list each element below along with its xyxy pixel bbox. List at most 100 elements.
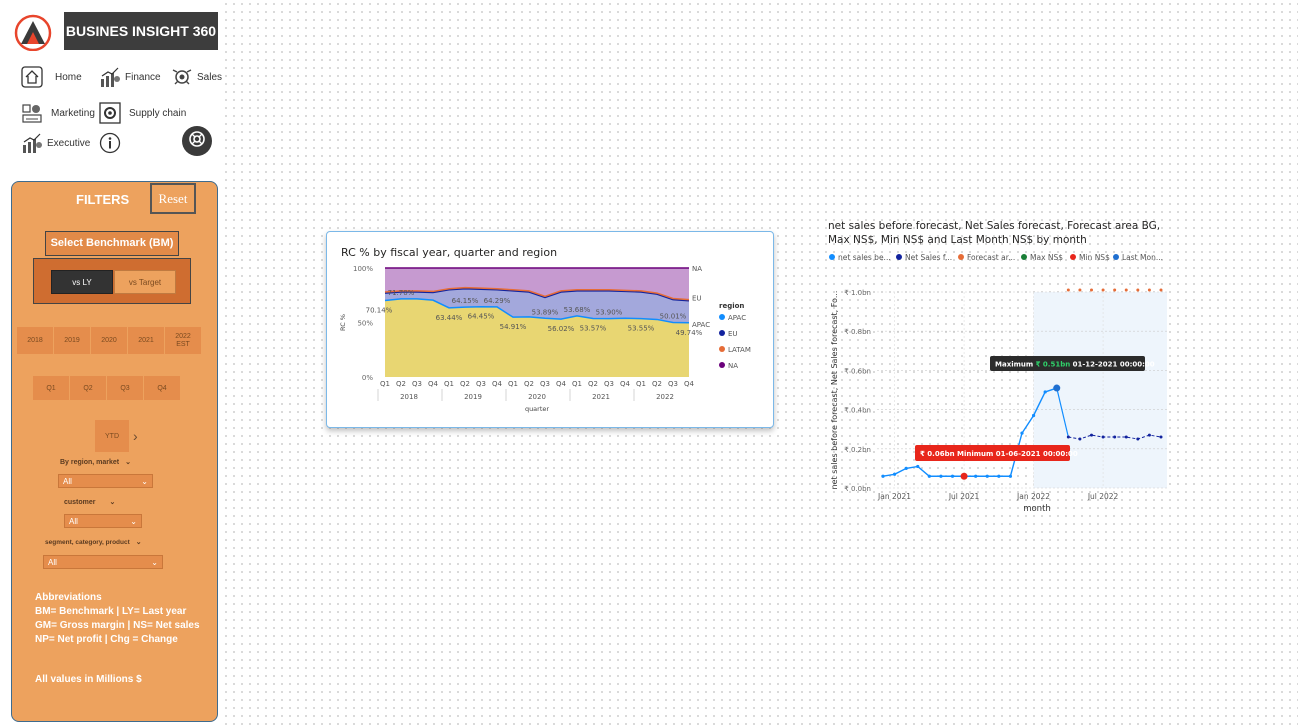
quarter-q2-button[interactable]: Q2 (70, 376, 106, 400)
x-tick-label: Q1 (572, 380, 582, 388)
forecast-point (1147, 433, 1151, 437)
year-label: 2022 (656, 393, 674, 401)
region-dropdown[interactable]: All ⌄ (58, 474, 153, 488)
nav-home[interactable]: Home (21, 66, 82, 88)
data-label: 63.44% (436, 314, 463, 322)
forecast-point (1090, 433, 1093, 437)
executive-chart-icon (21, 132, 43, 154)
chevron-right-icon[interactable]: › (133, 428, 138, 444)
data-label: 53.90% (596, 309, 623, 317)
net-sales-point (939, 474, 943, 478)
net-sales-point (916, 464, 920, 469)
forecast-area-point (1090, 288, 1093, 292)
region-slicer-header[interactable]: By region, market ⌄ (60, 458, 131, 467)
forecast-point (1159, 435, 1163, 439)
forecast-area-point (1066, 288, 1070, 292)
nav-supply-chain[interactable]: Supply chain (99, 102, 186, 124)
legend-marker (1070, 254, 1076, 260)
legend-marker (829, 254, 835, 260)
net-sales-point (892, 472, 897, 476)
legend-label: Last Mon... (1122, 253, 1163, 262)
data-label: 70.14% (366, 307, 393, 315)
rc-chart-svg: 0% 50% 100% RC % 70.14% 71.70% 63.44% 64.15% 64.… (339, 265, 751, 413)
year-2018-button[interactable]: 2018 (17, 327, 53, 354)
supply-chain-icon (99, 102, 121, 124)
x-tick-label: Q1 (380, 380, 390, 388)
segment-slicer-label: segment, category, product (45, 538, 130, 546)
quarter-q3-button[interactable]: Q3 (107, 376, 143, 400)
benchmark-vs-target-button[interactable]: vs Target (114, 270, 176, 294)
net-sales-point (904, 466, 908, 470)
segment-slicer-header[interactable]: segment, category, product ⌄ (45, 538, 142, 547)
forecast-point (1078, 437, 1082, 441)
forecast-area-point (1101, 288, 1105, 292)
customer-dropdown-value: All (69, 516, 78, 526)
nav-executive[interactable]: Executive (21, 132, 90, 154)
info-button[interactable] (99, 132, 121, 154)
nav-finance[interactable]: Finance (99, 66, 161, 88)
year-label: 2021 (592, 393, 610, 401)
chevron-down-icon: ⌄ (151, 557, 158, 567)
nav-sales[interactable]: Sales (171, 66, 222, 88)
year-2021-button[interactable]: 2021 (128, 327, 164, 354)
year-2020-button[interactable]: 2020 (91, 327, 127, 354)
forecast-area-point (1078, 288, 1082, 292)
legend-label: NA (728, 362, 738, 370)
data-label: 71.70% (388, 289, 415, 297)
data-label: 53.57% (580, 324, 607, 332)
chevron-down-icon: ⌄ (135, 539, 142, 546)
filters-panel: FILTERS Reset Select Benchmark (BM) vs L… (11, 181, 218, 722)
chevron-down-icon: ⌄ (141, 476, 148, 486)
legend-label: net sales be... (838, 253, 891, 262)
reset-button[interactable]: Reset (150, 183, 196, 214)
x-tick-label: Q4 (684, 380, 695, 388)
nav-finance-label: Finance (125, 71, 161, 83)
forecast-chart-visual[interactable]: net sales before forecast, Net Sales for… (822, 214, 1182, 516)
quarter-q1-button[interactable]: Q1 (33, 376, 69, 400)
filters-title: FILTERS (76, 192, 130, 207)
nav-sales-label: Sales (197, 71, 223, 83)
x-tick-label: Q4 (492, 380, 503, 388)
legend-label: LATAM (728, 346, 751, 354)
x-tick-label: Q2 (588, 380, 598, 388)
y-tick-label: ₹ 0.8bn (844, 328, 871, 336)
max-label-value: ₹ 0.51bn (1036, 361, 1073, 369)
year-label: 2020 (528, 393, 546, 401)
abbreviation-line: NP= Net profit | Chg = Change (35, 634, 178, 645)
legend-marker (719, 330, 725, 336)
legend-label: APAC (728, 314, 746, 322)
forecast-point (1124, 435, 1128, 439)
region-dropdown-value: All (63, 476, 72, 486)
customer-dropdown[interactable]: All ⌄ (64, 514, 142, 528)
data-label: 56.02% (548, 325, 575, 333)
rc-percent-chart-card[interactable]: RC % by fiscal year, quarter and region … (326, 231, 774, 428)
forecast-point (1066, 435, 1070, 439)
y-tick-label: 50% (357, 320, 373, 328)
units-note: All values in Millions $ (35, 674, 142, 685)
data-label: 49.74% (676, 329, 703, 337)
customer-slicer-header[interactable]: customer ⌄ (64, 498, 116, 507)
max-label-prefix: Maximum (995, 361, 1036, 369)
nav-marketing[interactable]: Marketing (21, 102, 95, 124)
net-sales-point (927, 474, 931, 478)
chevron-down-icon: ⌄ (109, 499, 116, 506)
x-tick-label: Q2 (396, 380, 406, 388)
segment-dropdown[interactable]: All ⌄ (43, 555, 163, 569)
benchmark-vs-ly-button[interactable]: vs LY (51, 270, 113, 294)
y-tick-label: ₹ 0.4bn (844, 407, 871, 415)
chevron-down-icon: ⌄ (130, 516, 137, 526)
quarter-q4-button[interactable]: Q4 (144, 376, 180, 400)
year-2019-button[interactable]: 2019 (54, 327, 90, 354)
year-label: 2019 (464, 393, 482, 401)
y-tick-label: ₹ 1.0bn (844, 289, 871, 297)
x-axis-label: month (1023, 504, 1051, 514)
net-sales-point (1031, 413, 1036, 418)
help-button[interactable] (182, 126, 212, 156)
ytd-button[interactable]: YTD (95, 420, 129, 452)
year-2022-est-button[interactable]: 2022 EST (165, 327, 201, 354)
nav-supply-chain-label: Supply chain (129, 107, 187, 119)
legend-marker (1113, 254, 1119, 260)
series-end-label: APAC (692, 321, 710, 329)
benchmark-title: Select Benchmark (BM) (45, 231, 179, 256)
data-label: 64.15% (452, 297, 479, 305)
